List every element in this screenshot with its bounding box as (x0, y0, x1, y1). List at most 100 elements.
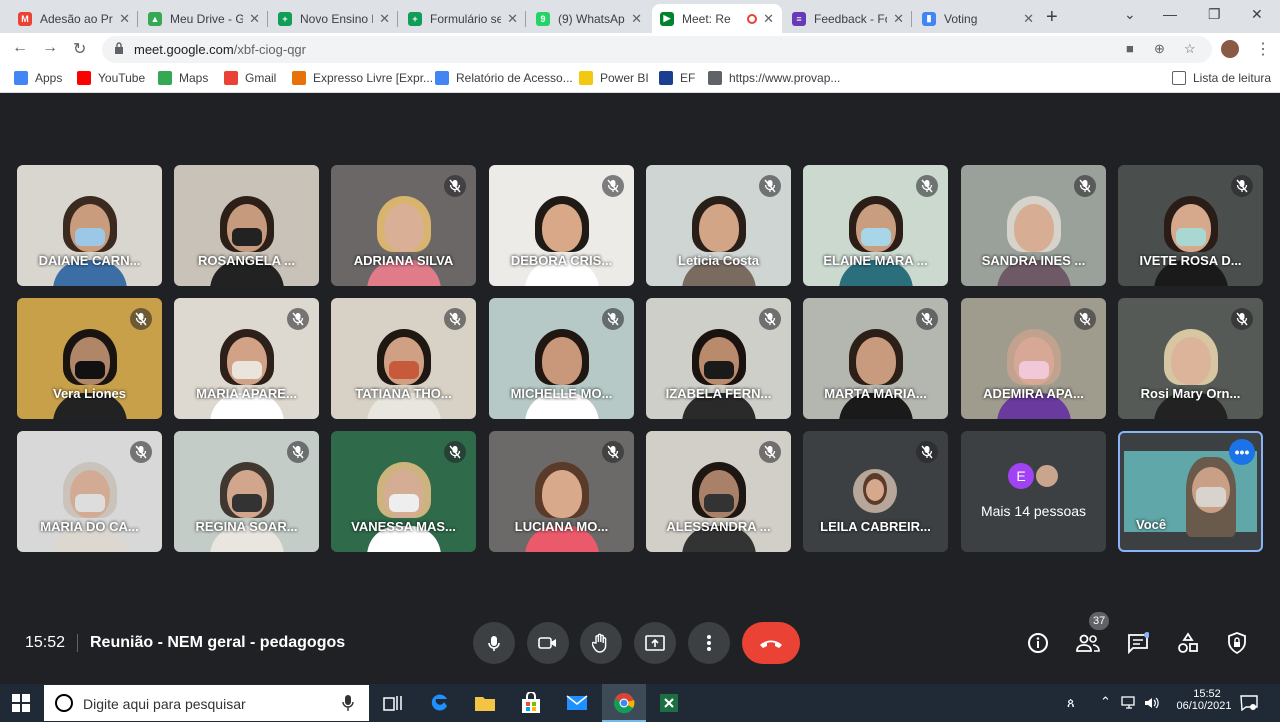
bookmark-3[interactable]: Gmail (224, 71, 276, 85)
bookmark-0[interactable]: Apps (14, 71, 62, 85)
participant-tile[interactable]: MARIA DO CA... (17, 431, 162, 552)
leave-call-button[interactable] (742, 622, 800, 664)
tab-title: Voting (944, 11, 978, 26)
participant-tile[interactable]: ADRIANA SILVA (331, 165, 476, 286)
forward-icon[interactable]: → (42, 39, 58, 57)
participant-tile[interactable]: DAIANE CARN... (17, 165, 162, 286)
tab-close-icon[interactable]: ✕ (631, 11, 642, 27)
activities-button[interactable] (1175, 630, 1201, 656)
edge-icon[interactable] (428, 692, 450, 714)
tab-close-icon[interactable]: ✕ (379, 11, 390, 27)
participant-tile[interactable]: MARTA MARIA... (803, 298, 948, 419)
close-window-button[interactable]: ✕ (1251, 6, 1263, 23)
minimize-button[interactable]: — (1163, 6, 1177, 22)
taskbar-search-box[interactable]: Digite aqui para pesquisar (44, 685, 369, 721)
more-participants-tile[interactable]: E Mais 14 pessoas (961, 431, 1106, 552)
raise-hand-button[interactable] (580, 622, 622, 664)
meeting-details-button[interactable] (1025, 630, 1051, 656)
people-button[interactable] (1075, 630, 1101, 656)
maximize-button[interactable]: ❐ (1208, 6, 1221, 23)
chat-button[interactable] (1125, 630, 1151, 656)
participant-tile[interactable]: ROSANGELA ... (174, 165, 319, 286)
camera-icon[interactable]: ■ (1126, 41, 1134, 56)
network-icon[interactable] (1121, 696, 1137, 710)
tab-close-icon[interactable]: ✕ (763, 11, 774, 27)
tab-4[interactable]: 9 (9) WhatsApp ✕ (528, 4, 650, 33)
mic-icon[interactable] (342, 695, 354, 711)
reload-icon[interactable]: ↻ (73, 39, 86, 59)
participant-tile[interactable]: LEILA CABREIR... (803, 431, 948, 552)
bookmark-7[interactable]: EF (659, 71, 695, 85)
camera-button[interactable] (527, 622, 569, 664)
participant-tile[interactable]: VANESSA MAS... (331, 431, 476, 552)
tab-1[interactable]: ▲ Meu Drive - G ✕ (140, 4, 268, 33)
host-controls-button[interactable] (1224, 630, 1250, 656)
tab-close-icon[interactable]: ✕ (1023, 11, 1034, 27)
participant-tile[interactable]: DEBORA CRIS... (489, 165, 634, 286)
participant-tile[interactable]: Vera Liones (17, 298, 162, 419)
muted-indicator (1074, 308, 1096, 330)
tab-close-icon[interactable]: ✕ (893, 11, 904, 27)
microphone-button[interactable] (473, 622, 515, 664)
participant-tile[interactable]: ALESSANDRA ... (646, 431, 791, 552)
tab-favicon-icon: ▲ (148, 11, 162, 26)
reading-list[interactable]: Lista de leitura (1172, 71, 1271, 85)
participant-tile[interactable]: MICHELLE MO... (489, 298, 634, 419)
muted-indicator (1231, 308, 1253, 330)
excel-icon[interactable] (658, 692, 680, 714)
windows-start-icon[interactable] (12, 694, 30, 712)
file-explorer-icon[interactable] (474, 692, 496, 714)
participant-tile[interactable]: IZABELA FERN... (646, 298, 791, 419)
tile-options-button[interactable]: ••• (1229, 439, 1255, 465)
participant-tile[interactable]: ELAINE MARA ... (803, 165, 948, 286)
new-tab-button[interactable]: + (1046, 6, 1058, 29)
tab-6[interactable]: ≡ Feedback - Fo ✕ (784, 4, 912, 33)
tab-0[interactable]: M Adesão ao Pr ✕ (10, 4, 138, 33)
bookmark-8[interactable]: https://www.provap... (708, 71, 840, 85)
bookmark-5[interactable]: Relatório de Acesso... (435, 71, 573, 85)
bookmark-4[interactable]: Expresso Livre [Expr... (292, 71, 433, 85)
participant-tile[interactable]: ADEMIRA APA... (961, 298, 1106, 419)
participant-tile[interactable]: MARIA APARE... (174, 298, 319, 419)
participant-tile[interactable]: REGINA SOAR... (174, 431, 319, 552)
bookmark-1[interactable]: YouTube (77, 71, 145, 85)
browser-menu-icon[interactable]: ⋮ (1255, 39, 1271, 59)
participant-tile[interactable]: SANDRA INES ... (961, 165, 1106, 286)
back-icon[interactable]: ← (12, 39, 28, 57)
store-icon[interactable] (520, 692, 542, 714)
participant-tile[interactable]: LUCIANA MO... (489, 431, 634, 552)
bookmark-6[interactable]: Power BI (579, 71, 649, 85)
tab-7[interactable]: ▮ Voting ✕ (914, 4, 1042, 33)
chrome-taskbar-button[interactable] (602, 684, 646, 722)
participant-name: ADRIANA SILVA (353, 253, 454, 268)
tab-close-icon[interactable]: ✕ (507, 11, 518, 27)
tab-3[interactable]: + Formulário se ✕ (400, 4, 526, 33)
participant-initial-avatar: E (1008, 463, 1034, 489)
taskbar-clock[interactable]: 15:52 06/10/2021 (1176, 688, 1232, 712)
mail-icon[interactable] (566, 692, 588, 714)
task-view-icon[interactable] (382, 692, 404, 714)
tab-5[interactable]: ▶ Meet: Re ✕ (652, 4, 782, 33)
bookmark-2[interactable]: Maps (158, 71, 208, 85)
profile-avatar[interactable] (1219, 38, 1241, 60)
tab-search-icon[interactable]: ⌄ (1124, 6, 1136, 23)
participant-tile[interactable]: TATIANA THO... (331, 298, 476, 419)
tray-chevron-icon[interactable]: ⌃ (1100, 694, 1111, 710)
people-tray-icon[interactable]: ጰ (1067, 695, 1075, 711)
participant-tile[interactable]: Rosi Mary Orn... (1118, 298, 1263, 419)
self-view-tile[interactable]: ••• Você (1118, 431, 1263, 552)
notifications-icon[interactable] (1240, 695, 1258, 711)
bookmark-star-icon[interactable]: ☆ (1184, 41, 1196, 57)
address-bar[interactable]: meet.google.com/xbf-ciog-qgr ■ ⊕ ☆ (102, 36, 1212, 63)
tab-close-icon[interactable]: ✕ (119, 11, 130, 27)
volume-icon[interactable] (1144, 696, 1160, 710)
participant-tile[interactable]: IVETE ROSA D... (1118, 165, 1263, 286)
zoom-icon[interactable]: ⊕ (1154, 41, 1165, 57)
mic-off-icon (607, 445, 619, 459)
more-options-button[interactable] (688, 622, 730, 664)
tab-title: Formulário se (430, 11, 502, 26)
present-screen-button[interactable] (634, 622, 676, 664)
tab-2[interactable]: + Novo Ensino M ✕ (270, 4, 398, 33)
tab-close-icon[interactable]: ✕ (249, 11, 260, 27)
participant-tile[interactable]: Leticia Costa (646, 165, 791, 286)
